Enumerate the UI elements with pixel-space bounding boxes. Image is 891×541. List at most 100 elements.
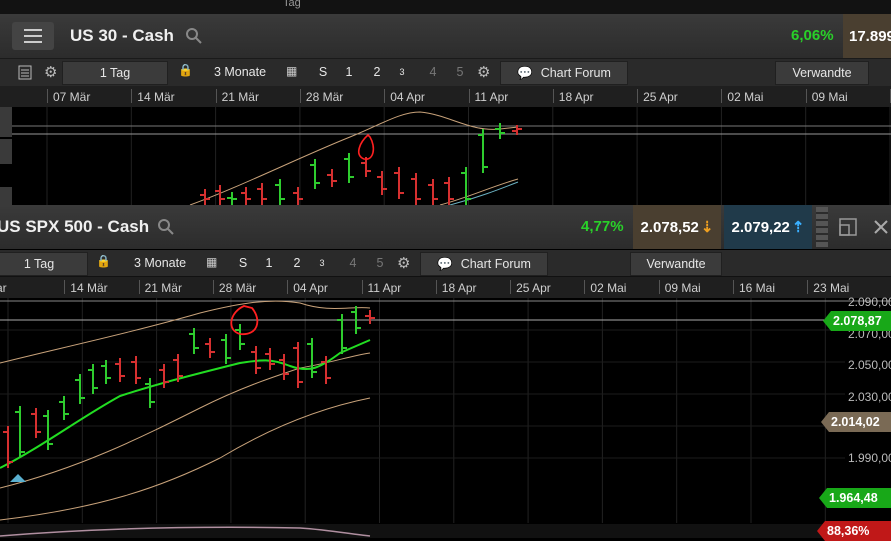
y-label: 2.030,00 [848, 390, 891, 404]
period-label: 1 Tag [99, 66, 131, 80]
search-icon[interactable] [185, 27, 203, 45]
calendar-icon[interactable]: ▦ [286, 64, 297, 78]
date-tick [435, 280, 437, 294]
date-label: 25 Apr [516, 281, 551, 295]
date-tick [131, 89, 133, 103]
panel1-toolbar: ⚙ 1 Tag 🔒 3 Monate ▦ S 1 2 3 4 5 ⚙ 💬 Char… [0, 59, 891, 87]
gear-icon[interactable]: ⚙ [44, 63, 57, 81]
background-window-strip: Tag [0, 0, 891, 14]
n4-label-2: 4 [349, 256, 357, 270]
date-tick [361, 280, 363, 294]
lock-icon-2[interactable]: 🔒 [96, 254, 111, 268]
date-label: 09 Mai [664, 281, 701, 295]
date-tick [510, 280, 512, 294]
chart-forum-button[interactable]: 💬 Chart Forum [500, 61, 628, 85]
chart-type-3-2[interactable]: 3 [312, 252, 332, 274]
date-label: 02 Mai [590, 281, 627, 295]
arrow-up-icon: ⇡ [791, 219, 805, 236]
sell-price-box[interactable]: 2.078,52 ⇣ [633, 205, 721, 249]
settings-icon-2[interactable]: ⚙ [397, 254, 410, 272]
range-select-2[interactable]: 3 Monate [118, 252, 202, 274]
period-select[interactable]: 1 Tag [62, 61, 168, 85]
chat-icon-2: 💬 [437, 256, 453, 271]
panel1-chart [0, 107, 891, 205]
date-label: 21 Mär [221, 90, 259, 104]
close-icon[interactable] [872, 218, 890, 236]
chart-type-4[interactable]: 4 [423, 61, 443, 83]
range-label: 3 Monate [213, 65, 267, 79]
date-tick [64, 280, 66, 294]
strip-fragment: Tag [283, 0, 301, 9]
date-label: 23 Mai [813, 281, 850, 295]
panel2-date-axis: ar 14 Mär 21 Mär 28 Mär 04 Apr 11 Apr 18 Apr 25… [0, 277, 891, 298]
lower-band [439, 178, 519, 205]
date-tick [807, 280, 809, 294]
chart-forum-button-2[interactable]: 💬 Chart Forum [420, 252, 548, 276]
date-tick [552, 89, 554, 103]
side-tab [0, 139, 12, 164]
panel2-price-axis: 2.090,00 2.070,00 2.050,00 2.030,00 1.99… [0, 295, 891, 541]
s-label-2: S [238, 256, 248, 270]
date-tick [658, 280, 660, 294]
chart-type-4-2[interactable]: 4 [343, 252, 363, 274]
date-label: 11 Apr [474, 90, 509, 104]
settings-icon[interactable]: ⚙ [477, 63, 490, 81]
search-icon-2[interactable] [157, 218, 175, 236]
chart-type-2-2[interactable]: 2 [287, 252, 307, 274]
date-label: 25 Apr [643, 90, 678, 104]
date-label: 02 Mai [727, 90, 764, 104]
date-label: 18 Apr [441, 281, 477, 295]
related-button[interactable]: Verwandte [775, 61, 869, 85]
chart-type-5-2[interactable]: 5 [370, 252, 390, 274]
menu-icon[interactable] [12, 22, 54, 50]
related-label-2: Verwandte [646, 257, 706, 271]
date-tick [637, 89, 639, 103]
mid-price-badge: 2.014,02 [821, 412, 891, 432]
s-button[interactable]: S [313, 61, 333, 83]
price-box[interactable]: 17.899 [843, 14, 891, 58]
buy-price-box[interactable]: 2.079,22 ⇡ [724, 205, 812, 249]
chart-type-2[interactable]: 2 [367, 61, 387, 83]
side-tab [0, 187, 12, 205]
related-button-2[interactable]: Verwandte [630, 252, 722, 276]
date-label: 18 Apr [558, 90, 594, 104]
chart-type-5[interactable]: 5 [450, 61, 470, 83]
document-icon[interactable] [18, 65, 32, 80]
lock-icon[interactable]: 🔒 [178, 63, 193, 77]
date-tick [468, 89, 470, 103]
n5-label: 5 [456, 65, 464, 79]
range-select[interactable]: 3 Monate [198, 61, 282, 83]
drag-handle[interactable] [816, 207, 828, 247]
arrow-down-icon: ⇣ [700, 219, 714, 236]
date-tick [721, 89, 723, 103]
n3-label-2: 3 [319, 258, 325, 268]
date-label: 04 Apr [390, 90, 425, 104]
s-button-2[interactable]: S [233, 252, 253, 274]
popout-icon[interactable] [838, 217, 858, 237]
chart-type-1[interactable]: 1 [339, 61, 359, 83]
panel1-date-axis: 07 Mär 14 Mär 21 Mär 28 Mär 04 Apr 11 Apr 18 A… [0, 86, 891, 107]
n2-label: 2 [373, 65, 381, 79]
n1-label: 1 [345, 65, 353, 79]
chart-type-1-2[interactable]: 1 [259, 252, 279, 274]
date-label: 14 Mär [70, 281, 108, 295]
date-label: 07 Mär [53, 90, 91, 104]
chart-type-3[interactable]: 3 [392, 61, 412, 83]
low-price-badge-label: 1.964,48 [829, 491, 878, 505]
y-label: 2.050,00 [848, 358, 891, 372]
date-tick [215, 89, 217, 103]
panel2-header: US SPX 500 - Cash 4,77% 2.078,52 ⇣ 2.079,… [0, 205, 891, 249]
date-label: 04 Apr [293, 281, 328, 295]
date-tick [212, 280, 214, 294]
calendar-icon-2[interactable]: ▦ [206, 255, 217, 269]
date-label: 09 Mai [811, 90, 848, 104]
sell-price: 2.078,52 [640, 218, 699, 236]
date-tick [733, 280, 734, 294]
period-select-2[interactable]: 1 Tag [0, 252, 88, 276]
mid-price-badge-label: 2.014,02 [831, 415, 880, 429]
date-tick [584, 280, 586, 294]
date-label: 28 Mär [218, 281, 257, 295]
date-label: 28 Mär [305, 90, 344, 104]
date-tick [299, 89, 301, 103]
annotation-circle [357, 133, 375, 160]
